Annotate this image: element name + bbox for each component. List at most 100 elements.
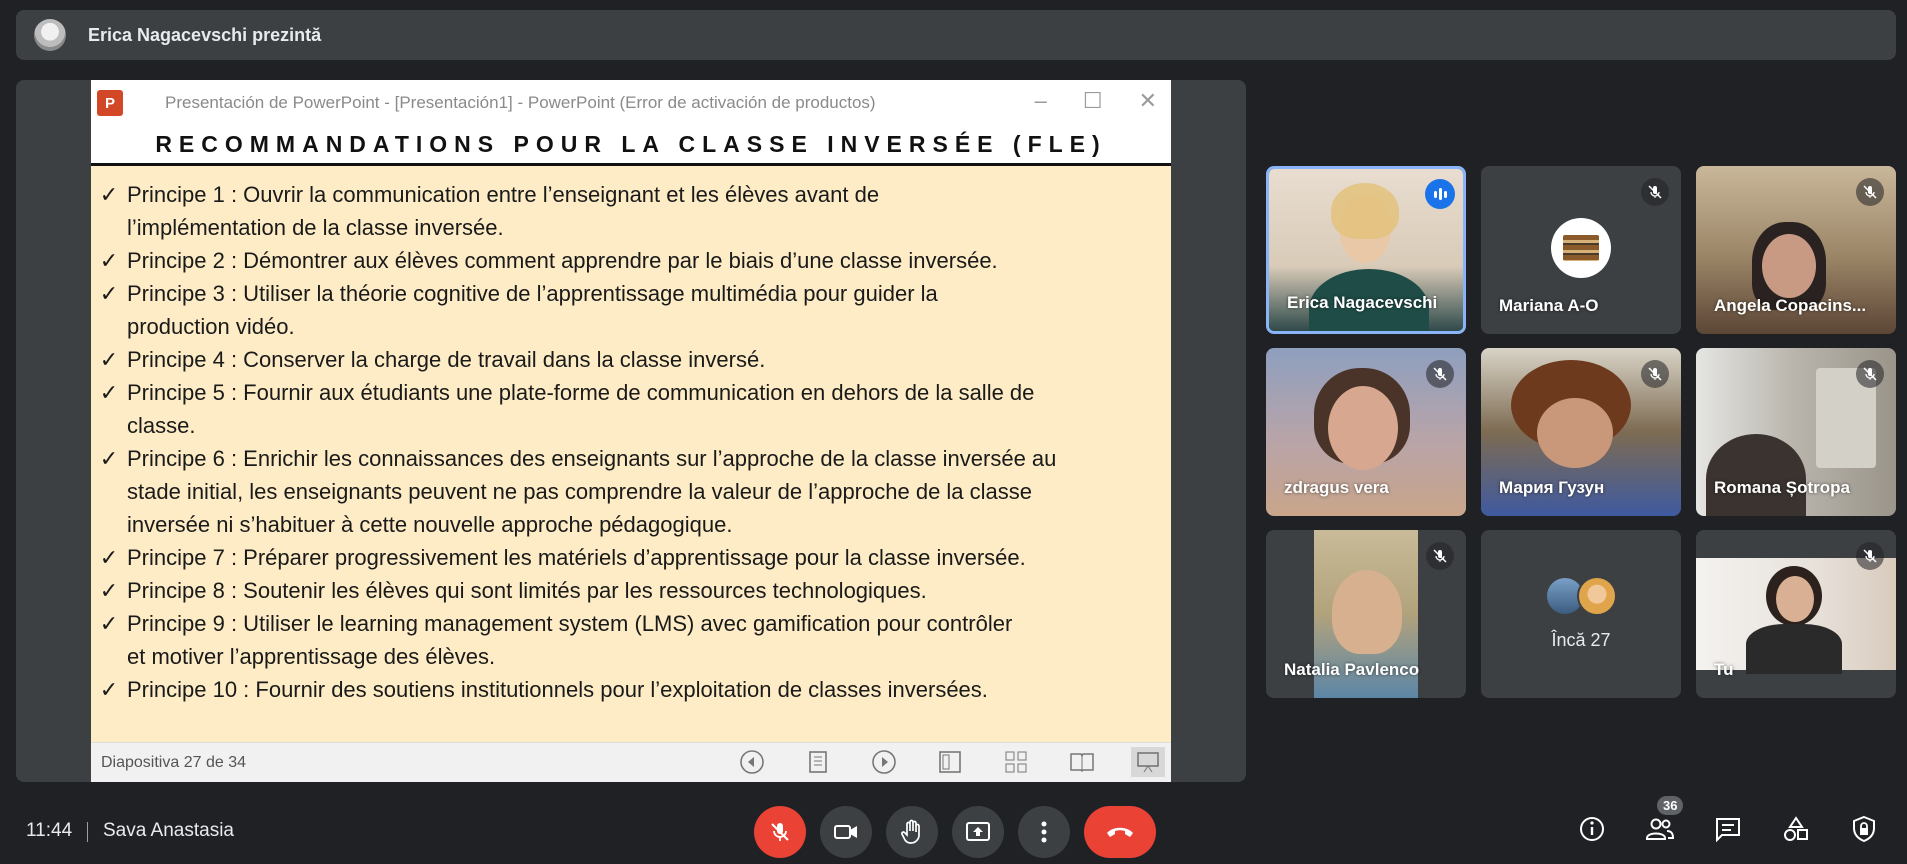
people-button[interactable]: 36 xyxy=(1643,796,1684,846)
mic-off-icon xyxy=(1426,542,1454,570)
checkmark-icon: ✓ xyxy=(99,446,119,471)
slide-bullet-line: ✓ Principe 1 : Ouvrir la communication en… xyxy=(91,178,1171,211)
meeting-details-button[interactable] xyxy=(1575,812,1609,846)
more-participants-tile[interactable]: Încă 27 xyxy=(1481,530,1681,698)
bullet-indent xyxy=(91,310,127,343)
slide-bullet-line: inversée ni s’habituer à cette nouvelle … xyxy=(91,508,1171,541)
bullet-indent xyxy=(91,409,127,442)
checkmark-icon: ✓ xyxy=(99,611,119,636)
slide-bullet-line: l’implémentation de la classe inversée. xyxy=(91,211,1171,244)
close-icon[interactable]: ✕ xyxy=(1139,88,1157,114)
participant-name: Romana Șotropa xyxy=(1714,478,1851,497)
raise-hand-button[interactable] xyxy=(886,806,938,858)
checkmark-icon: ✓ xyxy=(99,380,119,405)
slide-bullet-line: ✓ Principe 5 : Fournir aux étudiants une … xyxy=(91,376,1171,409)
participant-tile[interactable]: Romana Șotropa xyxy=(1696,348,1896,516)
participant-tile[interactable]: Erica Nagacevschi xyxy=(1266,166,1466,334)
camera-icon xyxy=(834,825,857,839)
checkmark-icon: ✓ xyxy=(99,182,119,207)
slide-menu-icon[interactable] xyxy=(801,747,835,777)
bullet-text: Principe 3 : Utiliser la théorie cogniti… xyxy=(127,281,938,306)
meeting-name: Sava Anastasia xyxy=(103,820,234,841)
slide-bullet-line: classe. xyxy=(91,409,1171,442)
participant-tile[interactable]: Angela Copacins... xyxy=(1696,166,1896,334)
participant-video xyxy=(1696,558,1896,674)
bullet-text: stade initial, les enseignants peuvent n… xyxy=(127,479,1033,504)
mic-off-icon xyxy=(1641,360,1669,388)
activities-button[interactable] xyxy=(1779,812,1813,846)
mic-off-icon xyxy=(1426,360,1454,388)
participant-name: Мария Гузун xyxy=(1499,478,1605,497)
bullet-text: Principe 4 : Conserver la charge de trav… xyxy=(127,347,766,372)
bullet-text: Principe 5 : Fournir aux étudiants une p… xyxy=(127,380,1035,405)
shapes-icon xyxy=(1784,816,1808,841)
participant-tile[interactable]: Mariana A-O xyxy=(1481,166,1681,334)
divider xyxy=(87,822,88,842)
participant-tile[interactable]: Natalia Pavlenco xyxy=(1266,530,1466,698)
slide-bullet-line: stade initial, les enseignants peuvent n… xyxy=(91,475,1171,508)
mic-off-icon xyxy=(1641,178,1669,206)
participant-tile-self[interactable]: Tu xyxy=(1696,530,1896,698)
bullet-text: Principe 9 : Utiliser le learning manage… xyxy=(127,611,1013,636)
normal-view-icon[interactable] xyxy=(933,747,967,777)
bullet-indent xyxy=(91,211,127,244)
checkmark-icon: ✓ xyxy=(99,545,119,570)
speaking-indicator-icon xyxy=(1425,179,1455,209)
slide-bullet-line: production vidéo. xyxy=(91,310,1171,343)
slide-bullet-line: ✓ Principe 2 : Démontrer aux élèves comme… xyxy=(91,244,1171,277)
participant-name: Angela Copacins... xyxy=(1714,296,1867,315)
participant-name: Erica Nagacevschi xyxy=(1287,293,1438,312)
bullet-text: inversée ni s’habituer à cette nouvelle … xyxy=(127,512,733,537)
clock: 11:44 xyxy=(26,820,73,841)
checkmark-icon: ✓ xyxy=(99,248,119,273)
camera-toggle-button[interactable] xyxy=(820,806,872,858)
checkmark-icon: ✓ xyxy=(99,578,119,603)
bullet-text: et motiver l’apprentissage des élèves. xyxy=(127,644,496,669)
host-controls-button[interactable] xyxy=(1847,812,1881,846)
next-slide-icon[interactable] xyxy=(867,747,901,777)
previous-slide-icon[interactable] xyxy=(735,747,769,777)
mic-off-icon xyxy=(1856,360,1884,388)
slide-bullet-line: ✓ Principe 10 : Fournir des soutiens inst… xyxy=(91,673,1171,706)
info-icon xyxy=(1580,817,1604,841)
bullet-text: Principe 10 : Fournir des soutiens insti… xyxy=(127,677,988,702)
maximize-icon[interactable]: ☐ xyxy=(1083,88,1103,114)
reading-view-icon[interactable] xyxy=(1065,747,1099,777)
participant-name: Natalia Pavlenco xyxy=(1284,660,1420,679)
ppt-status-bar: Diapositiva 27 de 34 xyxy=(91,742,1171,782)
slide-bullet-line: ✓ Principe 4 : Conserver la charge de tra… xyxy=(91,343,1171,376)
mic-toggle-button[interactable] xyxy=(754,806,806,858)
hand-icon xyxy=(901,819,920,844)
participant-tile[interactable]: zdragus vera xyxy=(1266,348,1466,516)
avatar xyxy=(1577,576,1617,616)
powerpoint-window: P Presentación de PowerPoint - [Presenta… xyxy=(91,80,1171,782)
participants-count-badge: 36 xyxy=(1657,796,1684,815)
leave-call-button[interactable] xyxy=(1084,806,1156,858)
call-end-icon xyxy=(1107,827,1133,837)
bullet-text: Principe 2 : Démontrer aux élèves commen… xyxy=(127,248,998,273)
bullet-text: Principe 1 : Ouvrir la communication ent… xyxy=(127,182,880,207)
present-icon xyxy=(966,822,990,841)
participant-tile[interactable]: Мария Гузун xyxy=(1481,348,1681,516)
slideshow-icon[interactable] xyxy=(1131,747,1165,777)
mic-off-icon xyxy=(771,823,789,841)
presentation-stage: P Presentación de PowerPoint - [Presenta… xyxy=(16,80,1246,782)
ppt-titlebar: P Presentación de PowerPoint - [Presenta… xyxy=(91,80,1171,126)
present-screen-button[interactable] xyxy=(952,806,1004,858)
slide-bullet-line: ✓ Principe 6 : Enrichir les connaissances… xyxy=(91,442,1171,475)
powerpoint-logo-icon: P xyxy=(97,90,123,116)
more-vert-icon xyxy=(1041,821,1047,843)
bullet-text: classe. xyxy=(127,413,196,438)
more-options-button[interactable] xyxy=(1018,806,1070,858)
ppt-window-title: Presentación de PowerPoint - [Presentaci… xyxy=(165,93,876,112)
slide-body: ✓ Principe 1 : Ouvrir la communication en… xyxy=(91,166,1171,706)
bullet-text: l’implémentation de la classe inversée. xyxy=(127,215,504,240)
checkmark-icon: ✓ xyxy=(99,347,119,372)
slide-sorter-icon[interactable] xyxy=(999,747,1033,777)
minimize-icon[interactable]: – xyxy=(1035,88,1047,114)
mic-off-icon xyxy=(1856,542,1884,570)
slide-bullet-line: et motiver l’apprentissage des élèves. xyxy=(91,640,1171,673)
checkmark-icon: ✓ xyxy=(99,677,119,702)
chat-button[interactable] xyxy=(1711,812,1745,846)
slide-bullet-line: ✓ Principe 8 : Soutenir les élèves qui so… xyxy=(91,574,1171,607)
